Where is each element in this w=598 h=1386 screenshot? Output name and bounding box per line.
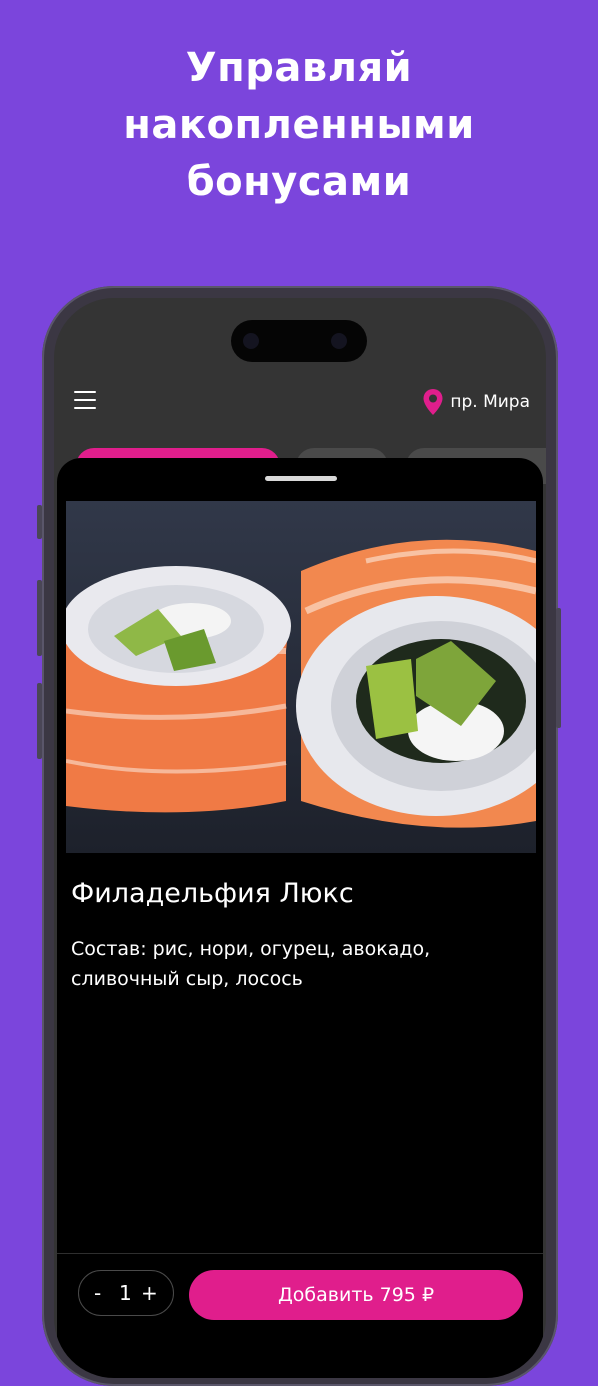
increment-button[interactable]: + <box>141 1281 158 1305</box>
camera-icon <box>243 333 259 349</box>
promo-headline-line: Управляй <box>185 45 413 91</box>
phone-screen: пр. Мира Филадельфия Люкс Состав: рис, н… <box>54 298 546 1378</box>
location-selector[interactable]: пр. Мира <box>422 388 530 416</box>
quantity-value: 1 <box>119 1281 132 1305</box>
product-bottom-sheet: Филадельфия Люкс Состав: рис, нори, огур… <box>57 458 543 1378</box>
map-pin-icon <box>423 389 443 415</box>
location-label: пр. Мира <box>450 392 530 412</box>
quantity-stepper: - 1 + <box>78 1270 174 1316</box>
dynamic-island <box>231 320 367 362</box>
product-composition: Состав: рис, нори, огурец, авокадо, слив… <box>71 938 431 990</box>
product-image <box>66 501 536 853</box>
camera-icon <box>331 333 347 349</box>
phone-side-button <box>556 608 561 728</box>
phone-side-button <box>37 683 42 759</box>
sushi-roll-illustration <box>66 501 536 853</box>
phone-side-button <box>37 580 42 656</box>
sheet-drag-handle[interactable] <box>265 476 337 481</box>
hamburger-menu-icon[interactable] <box>74 390 96 410</box>
product-title: Филадельфия Люкс <box>71 878 354 909</box>
divider <box>57 1253 543 1254</box>
decrement-button[interactable]: - <box>94 1281 101 1305</box>
promo-headline-line: бонусами <box>186 159 412 205</box>
app-header: пр. Мира <box>54 378 546 432</box>
promo-headline-line: накопленными <box>123 102 475 148</box>
phone-side-button <box>37 505 42 539</box>
add-to-cart-button[interactable]: Добавить 795 ₽ <box>189 1270 523 1320</box>
promo-headline: Управляй накопленными бонусами <box>0 40 598 211</box>
